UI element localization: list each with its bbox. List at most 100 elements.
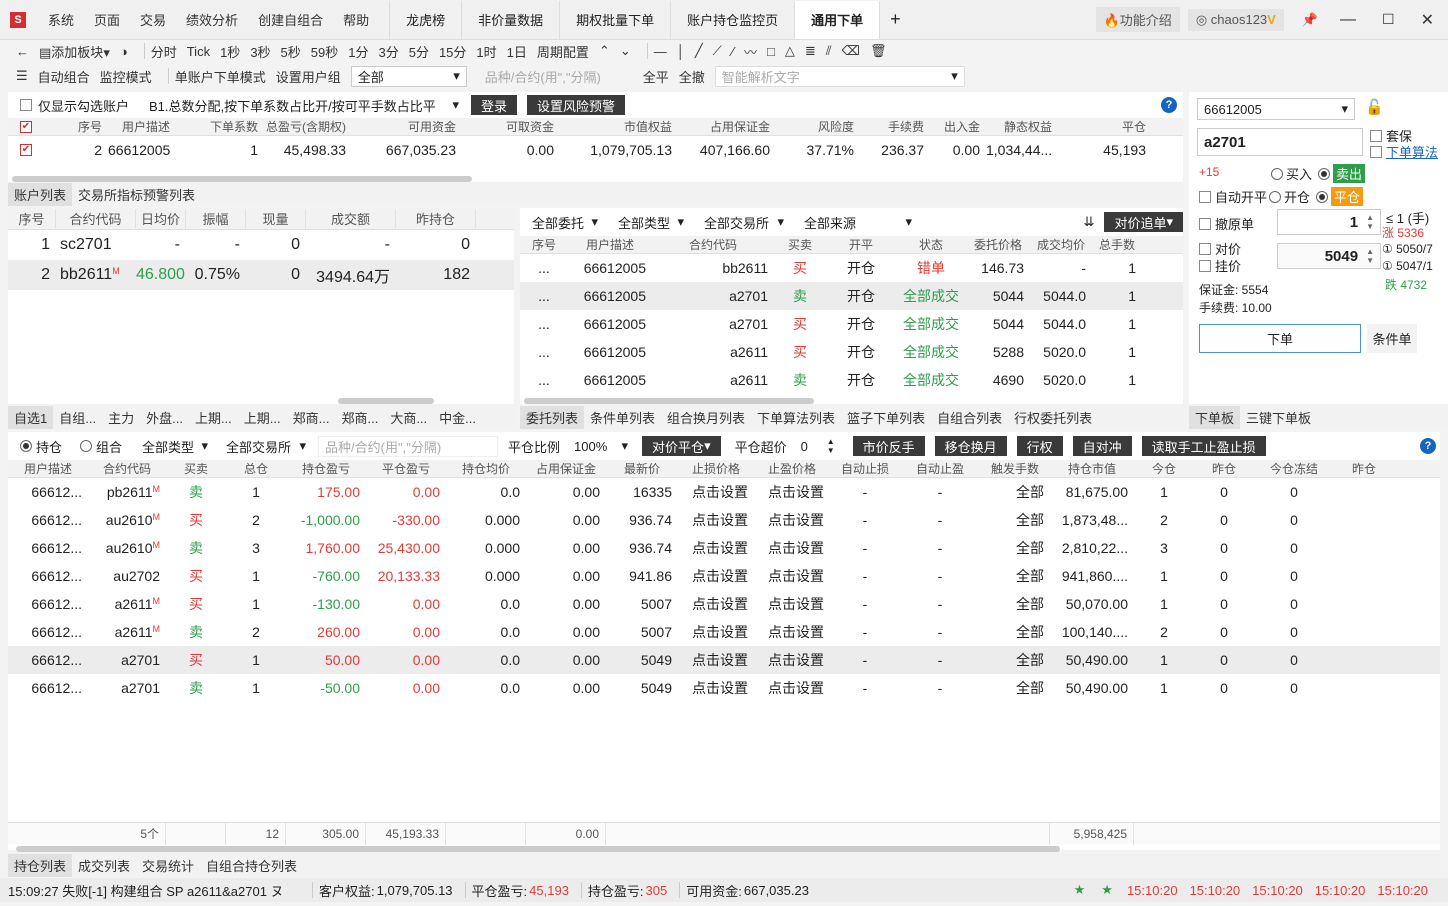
rect-tool-icon[interactable]: □	[767, 44, 775, 59]
table-row[interactable]: ... 66612005 a2701 卖 开仓 全部成交 5044 5044.0 1	[520, 282, 1183, 310]
horizontal-scrollbar[interactable]	[524, 398, 814, 404]
table-cell[interactable]: 点击设置	[754, 510, 830, 530]
combo-radio[interactable]	[80, 440, 93, 452]
stepper-arrows-icon[interactable]: ▲ ▼	[1366, 247, 1374, 265]
menu-performance[interactable]: 绩效分析	[186, 10, 238, 29]
watchlist-tab[interactable]: 主力	[108, 408, 134, 427]
order-tab[interactable]: 下单算法列表	[757, 408, 835, 427]
close-all-button[interactable]: 全平	[643, 67, 669, 86]
table-cell[interactable]: 点击设置	[678, 678, 754, 698]
table-cell[interactable]: 点击设置	[678, 622, 754, 642]
hold-radio[interactable]	[20, 440, 32, 452]
eraser-icon[interactable]: ⌫	[842, 43, 860, 59]
exercise-button[interactable]: 行权	[1016, 436, 1063, 456]
account-select[interactable]: 66612005 ▾	[1197, 98, 1355, 120]
help-icon[interactable]: ?	[1420, 438, 1436, 454]
period-1s[interactable]: 1秒	[220, 42, 240, 61]
sell-radio[interactable]	[1318, 167, 1331, 180]
table-cell[interactable]: 点击设置	[678, 566, 754, 586]
order-exchange-select[interactable]: 全部交易所 ▾	[698, 211, 790, 233]
help-icon[interactable]: ?	[1161, 97, 1177, 113]
table-row[interactable]: 66612... a2611M 卖 2 260.00 0.00 0.0 0.00 5007 点击设…	[8, 618, 1440, 646]
table-row[interactable]: 66612... au2610M 买 2 -1,000.00 -330.00 0.000 0.…	[8, 506, 1440, 534]
table-row[interactable]: 1 sc2701 - - 0 - 0	[8, 230, 514, 260]
hedge-checkbox[interactable]	[1370, 129, 1382, 142]
trash-icon[interactable]: 🗑	[870, 43, 887, 59]
table-row[interactable]: 2 bb2611M 46.800 0.75% 0 3494.64万 182	[8, 260, 514, 290]
period-59s[interactable]: 59秒	[311, 42, 338, 61]
order-tab[interactable]: 委托列表	[520, 405, 585, 429]
polyline-tool-icon[interactable]: 〰	[744, 42, 757, 61]
watchlist-tab[interactable]: 中金...	[439, 408, 476, 427]
scroll-up-icon[interactable]: ⌃	[599, 43, 610, 59]
self-hedge-button[interactable]: 自对冲	[1072, 436, 1132, 456]
back-icon[interactable]: ←	[16, 44, 29, 59]
fib-tool-icon[interactable]: ≣	[805, 43, 816, 59]
table-cell[interactable]: 点击设置	[754, 650, 830, 670]
tab-account-list[interactable]: 账户列表	[8, 182, 73, 206]
submit-order-button[interactable]: 下单	[1199, 324, 1361, 353]
menu-create-combo[interactable]: 创建自组合	[258, 10, 323, 29]
watchlist-tab[interactable]: 自选1	[8, 405, 54, 429]
table-row[interactable]: ✔ 2 66612005 1 45,498.33 667,035.23 0.00 1,079,…	[8, 136, 1183, 164]
algo-link[interactable]: 下单算法	[1386, 142, 1438, 161]
table-cell[interactable]: 点击设置	[678, 594, 754, 614]
table-cell[interactable]: 点击设置	[678, 482, 754, 502]
market-reverse-button[interactable]: 市价反手	[852, 436, 925, 456]
hang-price-checkbox[interactable]	[1199, 259, 1211, 272]
row-checkbox[interactable]: ✔	[20, 144, 32, 156]
watchlist-tab[interactable]: 郑商...	[293, 408, 330, 427]
chase-order-button[interactable]: 对价追单 ▾	[1104, 212, 1183, 232]
cancel-all-button[interactable]: 全撤	[679, 67, 705, 86]
period-3s[interactable]: 3秒	[250, 42, 270, 61]
feature-intro-button[interactable]: 🔥功能介绍	[1095, 7, 1180, 32]
pin-icon[interactable]: 📌	[1302, 12, 1318, 28]
single-account-mode-button[interactable]: 单账户下单模式	[175, 67, 266, 86]
tab-account-monitor[interactable]: 账户持仓监控页	[671, 0, 796, 39]
star-icon[interactable]: ★	[1074, 882, 1086, 898]
algo-checkbox[interactable]	[1370, 145, 1382, 158]
period-5m[interactable]: 5分	[409, 42, 429, 61]
strategy-select[interactable]: B1.总数分配,按下单系数占比开/按可平手数占比平 ▾	[143, 94, 466, 116]
table-cell[interactable]: 点击设置	[678, 510, 754, 530]
table-row[interactable]: 66612... a2701 卖 1 -50.00 0.00 0.0 0.00 5049 点击设置…	[8, 674, 1440, 702]
tab-non-price-data[interactable]: 非价量数据	[462, 0, 561, 39]
star-icon[interactable]: ★	[1101, 882, 1113, 898]
hline-tool-icon[interactable]: —	[654, 44, 667, 59]
monitor-mode-button[interactable]: 监控模式	[100, 67, 152, 86]
contract-filter-input[interactable]: 品种/合约(用","分隔)	[479, 66, 629, 87]
table-cell[interactable]: 点击设置	[754, 482, 830, 502]
order-tab[interactable]: 组合换月列表	[667, 408, 745, 427]
period-15m[interactable]: 15分	[439, 42, 466, 61]
menu-system[interactable]: 系统	[48, 10, 74, 29]
conditional-order-button[interactable]: 条件单	[1367, 324, 1417, 353]
order-source-select[interactable]: 全部来源 ▾	[798, 211, 918, 233]
menu-page[interactable]: 页面	[94, 10, 120, 29]
select-all-checkbox[interactable]: ✔	[20, 120, 32, 133]
order-tab[interactable]: 篮子下单列表	[847, 408, 925, 427]
table-cell[interactable]: 点击设置	[754, 566, 830, 586]
table-cell[interactable]: 点击设置	[754, 538, 830, 558]
auto-combo-button[interactable]: 自动组合	[38, 67, 90, 86]
horizontal-scrollbar[interactable]	[338, 398, 434, 404]
menu-help[interactable]: 帮助	[343, 10, 369, 29]
period-config[interactable]: 周期配置	[537, 42, 589, 61]
period-3m[interactable]: 3分	[378, 42, 398, 61]
table-row[interactable]: ... 66612005 a2611 买 开仓 全部成交 5288 5020.0 1	[520, 338, 1183, 366]
table-row[interactable]: 66612... a2611M 买 1 -130.00 0.00 0.0 0.00 5007 点击…	[8, 590, 1440, 618]
open-radio[interactable]	[1269, 190, 1282, 203]
read-manual-sltp-button[interactable]: 读取手工止盈止损	[1141, 436, 1266, 456]
tab-trade-stats[interactable]: 交易统计	[142, 856, 194, 875]
tab-position-list[interactable]: 持仓列表	[8, 853, 73, 877]
position-exchange-select[interactable]: 全部交易所 ▾	[220, 435, 313, 457]
risk-warning-button[interactable]: 设置风险预警	[527, 95, 626, 115]
algo-option[interactable]: 下单算法	[1370, 142, 1438, 161]
auto-oc-checkbox[interactable]	[1199, 190, 1211, 203]
period-1d[interactable]: 1日	[507, 42, 527, 61]
stepper-arrows-icon[interactable]: ▲ ▼	[827, 437, 835, 455]
theme-icon[interactable]: ◑	[120, 44, 128, 59]
stepper-arrows-icon[interactable]: ▲ ▼	[1366, 213, 1374, 231]
buy-radio[interactable]	[1271, 167, 1283, 180]
table-cell[interactable]: 点击设置	[678, 650, 754, 670]
order-type-select[interactable]: 全部类型 ▾	[612, 211, 690, 233]
